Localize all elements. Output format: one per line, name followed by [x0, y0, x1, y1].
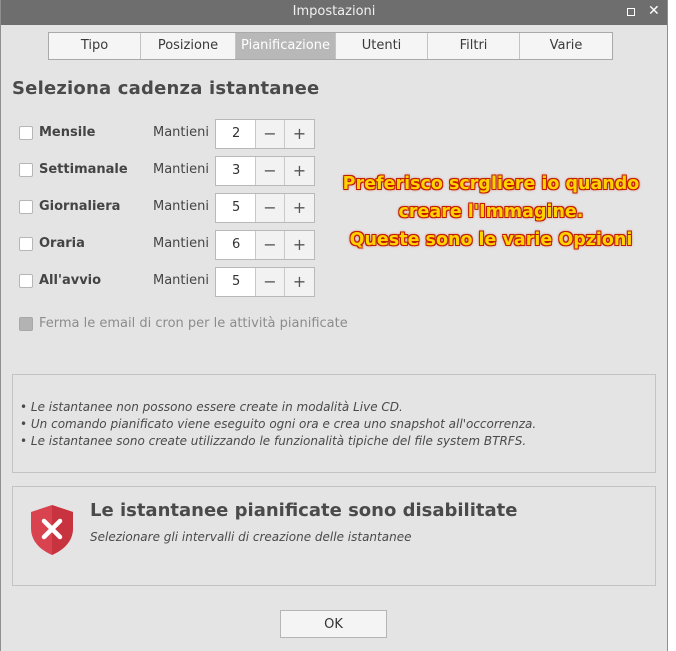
- keep-label: Mantieni: [153, 125, 209, 140]
- boot-value[interactable]: 5: [216, 268, 256, 296]
- minus-icon[interactable]: −: [256, 268, 285, 296]
- row-label: Oraria: [39, 236, 85, 251]
- annotation-line: Preferisco scrgliere io quando: [342, 174, 640, 194]
- status-title: Le istantanee pianificate sono disabilit…: [90, 500, 518, 521]
- note-line: • Le istantanee sono create utilizzando …: [20, 434, 527, 448]
- status-box: Le istantanee pianificate sono disabilit…: [12, 486, 656, 586]
- hourly-checkbox[interactable]: [19, 237, 33, 251]
- tab-utenti[interactable]: Utenti: [336, 33, 428, 59]
- row-label: Settimanale: [39, 162, 128, 177]
- keep-label: Mantieni: [153, 236, 209, 251]
- plus-icon[interactable]: +: [285, 268, 314, 296]
- tab-pianificazione[interactable]: Pianificazione: [236, 33, 336, 59]
- minus-icon[interactable]: −: [256, 194, 285, 222]
- shield-error-icon: [31, 505, 73, 555]
- plus-icon[interactable]: +: [285, 157, 314, 185]
- ok-button[interactable]: OK: [280, 610, 387, 638]
- plus-icon[interactable]: +: [285, 231, 314, 259]
- keep-label: Mantieni: [153, 162, 209, 177]
- title-bar: Impostazioni ✕: [1, 0, 667, 25]
- hourly-stepper: 6 − +: [215, 230, 315, 260]
- monthly-checkbox[interactable]: [19, 126, 33, 140]
- daily-stepper: 5 − +: [215, 193, 315, 223]
- plus-icon[interactable]: +: [285, 120, 314, 148]
- tab-bar: Tipo Posizione Pianificazione Utenti Fil…: [48, 32, 613, 60]
- close-icon[interactable]: ✕: [648, 4, 660, 18]
- status-subtitle: Selezionare gli intervalli di creazione …: [90, 530, 412, 544]
- row-label: All'avvio: [39, 273, 102, 288]
- window-title: Impostazioni: [292, 4, 376, 19]
- weekly-value[interactable]: 3: [216, 157, 256, 185]
- tab-filtri[interactable]: Filtri: [428, 33, 520, 59]
- row-label: Giornaliera: [39, 199, 121, 214]
- tab-posizione[interactable]: Posizione: [141, 33, 236, 59]
- minus-icon[interactable]: −: [256, 231, 285, 259]
- weekly-stepper: 3 − +: [215, 156, 315, 186]
- keep-label: Mantieni: [153, 199, 209, 214]
- maximize-icon[interactable]: [625, 6, 637, 18]
- hourly-value[interactable]: 6: [216, 231, 256, 259]
- daily-checkbox[interactable]: [19, 200, 33, 214]
- cron-email-label: Ferma le email di cron per le attività p…: [39, 316, 348, 331]
- section-heading: Seleziona cadenza istantanee: [12, 78, 320, 99]
- note-line: • Le istantanee non possono essere creat…: [20, 400, 403, 414]
- annotation-line: creare l'Immagine.: [398, 202, 584, 222]
- note-line: • Un comando pianificato viene eseguito …: [20, 417, 537, 431]
- annotation-line: Queste sono le varie Opzioni: [349, 230, 633, 250]
- minus-icon[interactable]: −: [256, 157, 285, 185]
- tab-tipo[interactable]: Tipo: [49, 33, 141, 59]
- daily-value[interactable]: 5: [216, 194, 256, 222]
- boot-stepper: 5 − +: [215, 267, 315, 297]
- cron-email-checkbox[interactable]: [19, 317, 33, 331]
- settings-window: Impostazioni ✕ Tipo Posizione Pianificaz…: [0, 0, 668, 651]
- minus-icon[interactable]: −: [256, 120, 285, 148]
- info-notes-box: • Le istantanee non possono essere creat…: [12, 374, 656, 473]
- tab-varie[interactable]: Varie: [520, 33, 612, 59]
- annotation-overlay: Preferisco scrgliere io quando creare l'…: [331, 170, 651, 254]
- monthly-stepper: 2 − +: [215, 119, 315, 149]
- boot-checkbox[interactable]: [19, 274, 33, 288]
- row-label: Mensile: [39, 125, 96, 140]
- plus-icon[interactable]: +: [285, 194, 314, 222]
- weekly-checkbox[interactable]: [19, 163, 33, 177]
- monthly-value[interactable]: 2: [216, 120, 256, 148]
- keep-label: Mantieni: [153, 273, 209, 288]
